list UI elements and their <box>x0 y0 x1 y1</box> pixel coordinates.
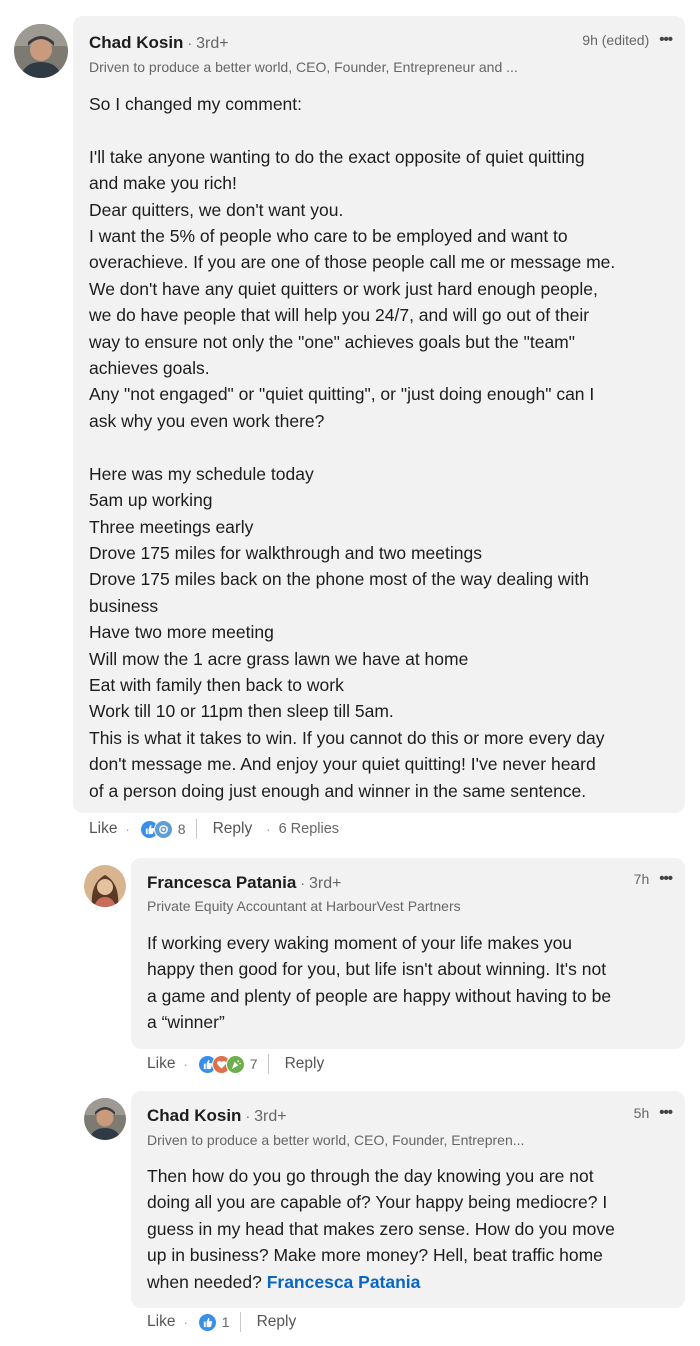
reply-actions: Like · 7 Reply <box>147 1054 324 1074</box>
separator-dot: · <box>183 1056 188 1072</box>
reply-text: If working every waking moment of your l… <box>147 933 612 1033</box>
avatar-photo <box>84 865 126 907</box>
comment-meta: 9h (edited) ••• <box>582 31 673 48</box>
connection-degree: 3rd+ <box>196 35 229 52</box>
view-replies-link[interactable]: 6 Replies <box>279 821 339 837</box>
like-button[interactable]: Like <box>147 1055 175 1073</box>
mention-link[interactable]: Francesca Patania <box>267 1272 421 1292</box>
more-options-icon[interactable]: ••• <box>659 1104 673 1121</box>
like-button[interactable]: Like <box>89 820 117 838</box>
reaction-count: 7 <box>249 1056 258 1072</box>
author-headline: Driven to produce a better world, CEO, F… <box>147 1132 525 1148</box>
separator-dot: · <box>300 875 305 891</box>
more-options-icon[interactable]: ••• <box>659 870 673 887</box>
like-button[interactable]: Like <box>147 1313 175 1331</box>
comment-text: So I changed my comment: I'll take anyon… <box>89 94 616 801</box>
comment-author-line: Chad Kosin · 3rd+ <box>89 33 229 53</box>
comment-timestamp: 9h (edited) <box>582 31 650 48</box>
more-options-icon[interactable]: ••• <box>659 31 673 48</box>
divider <box>239 1312 241 1332</box>
connection-degree: 3rd+ <box>254 1108 287 1125</box>
separator-dot: · <box>245 1108 251 1124</box>
reaction-count: 8 <box>177 821 186 837</box>
divider <box>267 1054 269 1074</box>
reply-timestamp: 5h <box>633 1104 650 1121</box>
like-icon <box>197 1312 217 1332</box>
author-name[interactable]: Chad Kosin <box>89 33 183 52</box>
reply-text: Then how do you go through the day knowi… <box>147 1163 677 1295</box>
reply-timestamp: 7h <box>633 870 650 887</box>
celebrate-icon <box>225 1054 245 1074</box>
reactions-summary[interactable]: 8 <box>139 819 186 839</box>
reaction-count: 1 <box>221 1314 230 1330</box>
separator-dot: · <box>125 821 130 837</box>
reply-button[interactable]: Reply <box>257 1313 297 1331</box>
separator-dot: · <box>183 1314 188 1330</box>
reply-meta: 7h ••• <box>633 870 673 887</box>
avatar-photo <box>14 24 68 78</box>
avatar-photo <box>84 1098 126 1140</box>
reply-actions: Like · 1 Reply <box>147 1312 296 1332</box>
reply-button[interactable]: Reply <box>285 1055 325 1073</box>
avatar[interactable] <box>84 1098 126 1140</box>
reactions-summary[interactable]: 1 <box>197 1312 230 1332</box>
reactions-summary[interactable]: 7 <box>197 1054 258 1074</box>
reply-meta: 5h ••• <box>633 1104 673 1121</box>
avatar[interactable] <box>84 865 126 907</box>
support-icon <box>153 819 173 839</box>
author-name[interactable]: Francesca Patania <box>147 873 296 892</box>
divider <box>195 819 197 839</box>
author-headline: Private Equity Accountant at HarbourVest… <box>147 898 461 914</box>
reply-button[interactable]: Reply <box>213 820 253 838</box>
separator-dot: · <box>187 35 193 51</box>
reply-author-line: Chad Kosin · 3rd+ <box>147 1106 287 1126</box>
connection-degree: 3rd+ <box>308 875 342 892</box>
avatar[interactable] <box>14 24 68 78</box>
comment-actions: Like · 8 Reply · 6 Replies <box>89 819 339 839</box>
separator-dot: · <box>266 821 271 837</box>
reply-author-line: Francesca Patania · 3rd+ <box>147 873 341 893</box>
author-name[interactable]: Chad Kosin <box>147 1106 241 1125</box>
author-headline: Driven to produce a better world, CEO, F… <box>89 59 518 75</box>
